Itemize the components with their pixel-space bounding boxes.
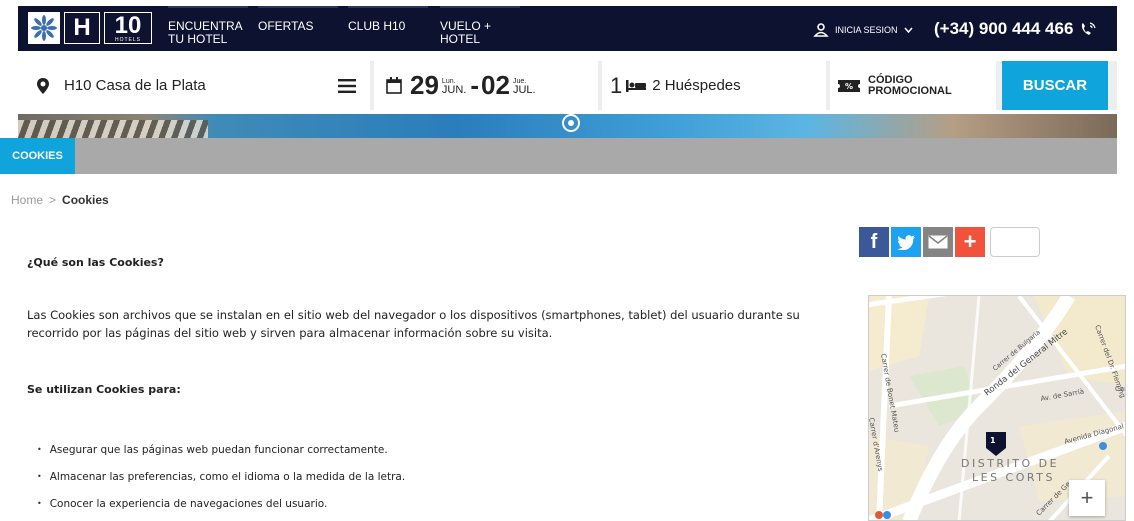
heading-cookies-used-for: Se utilizan Cookies para:	[27, 383, 181, 396]
nav-vuelo-hotel[interactable]: VUELO + HOTEL	[440, 6, 520, 46]
svg-text:%: %	[845, 82, 853, 91]
guests-label: 2 Huéspedes	[652, 77, 741, 94]
breadcrumb-separator: >	[49, 193, 57, 207]
share-count	[990, 227, 1040, 257]
twitter-share-button[interactable]	[891, 227, 921, 257]
carousel-indicator[interactable]	[562, 114, 580, 132]
calendar-icon	[386, 77, 402, 94]
chevron-down-icon	[903, 27, 913, 33]
login-label: INICIA SESION	[835, 25, 898, 35]
checkin-month-label: JUN.	[441, 83, 467, 96]
ticket-icon: %	[838, 79, 860, 92]
promo-code-field[interactable]: % CÓDIGO PROMOCIONAL	[830, 61, 996, 110]
facebook-icon: f	[870, 230, 878, 253]
cookies-definition-line-2: recorrido por las páginas del sitio web …	[27, 326, 553, 340]
heading-what-are-cookies: ¿Qué son las Cookies?	[27, 256, 164, 269]
checkin-month: Lun. JUN.	[441, 77, 467, 96]
phone-number[interactable]: (+34) 900 444 466	[934, 19, 1097, 39]
location-map[interactable]: Carrer de Bonet Mateu Carrer de Bulgaria…	[868, 295, 1126, 521]
breadcrumb-current: Cookies	[62, 193, 109, 207]
promo-line-2: PROMOCIONAL	[868, 84, 952, 97]
cookies-definition-line-1: Las Cookies son archivos que se instalan…	[27, 308, 800, 322]
date-separator: -	[470, 70, 480, 100]
email-icon	[928, 235, 948, 249]
guests-selector[interactable]: 1 2 Huéspedes	[602, 61, 826, 110]
checkout-day: 02	[481, 70, 510, 100]
booking-search-bar-inner: H10 Casa de la Plata 29 Lun. JUN. - 02 J…	[18, 61, 1117, 110]
checkout-month: Jue. JUL.	[512, 77, 536, 96]
plus-icon: +	[963, 229, 977, 254]
logo-ten: 10 HOTELS	[104, 12, 152, 44]
date-selector[interactable]: 29 Lun. JUN. - 02 Jue. JUL.	[374, 61, 598, 110]
section-tab-bar: COOKIES	[0, 138, 1134, 174]
svg-text:DISTRITO DE: DISTRITO DE	[961, 457, 1059, 470]
svg-text:Car: Car	[1115, 385, 1126, 393]
nav-encuentra-tu-hotel[interactable]: ENCUENTRA TU HOTEL	[168, 6, 248, 46]
nav-club-h10[interactable]: CLUB H10	[348, 6, 429, 33]
location-pin-icon	[37, 77, 49, 94]
map-zoom-in-button[interactable]: +	[1069, 480, 1105, 516]
h10-logo[interactable]: H 10 HOTELS	[28, 12, 156, 46]
user-icon	[813, 23, 829, 37]
svg-text:1: 1	[990, 436, 996, 445]
list-item: Almacenar las preferencias, como el idio…	[37, 463, 405, 490]
bed-icon	[626, 79, 647, 92]
checkin-day: 29	[410, 70, 439, 100]
login-menu[interactable]: INICIA SESION	[813, 23, 913, 37]
hero-deck-stripes	[18, 120, 208, 138]
hotel-selector[interactable]: H10 Casa de la Plata	[18, 61, 370, 110]
twitter-icon	[897, 234, 915, 250]
more-share-button[interactable]: +	[955, 227, 985, 257]
top-navigation: H 10 HOTELS ENCUENTRA TU HOTEL OFERTAS CL…	[0, 0, 1134, 57]
phone-icon	[1082, 22, 1097, 35]
cookies-definition: Las Cookies son archivos que se instalan…	[27, 306, 847, 342]
share-buttons: f +	[859, 227, 1040, 257]
hotel-name: H10 Casa de la Plata	[64, 77, 206, 94]
top-navigation-bar: H 10 HOTELS ENCUENTRA TU HOTEL OFERTAS CL…	[18, 6, 1117, 51]
facebook-share-button[interactable]: f	[859, 227, 889, 257]
list-item: Asegurar que las páginas web puedan func…	[37, 436, 405, 463]
booking-search-bar: H10 Casa de la Plata 29 Lun. JUN. - 02 J…	[0, 57, 1134, 114]
tab-cookies[interactable]: COOKIES	[0, 138, 75, 174]
breadcrumb: Home > Cookies	[11, 193, 109, 207]
email-share-button[interactable]	[923, 227, 953, 257]
list-item: Conocer la experiencia de navegaciones d…	[37, 490, 405, 517]
phone-text: (+34) 900 444 466	[934, 19, 1074, 38]
hero-image	[18, 114, 1117, 138]
logo-h: H	[64, 12, 100, 44]
menu-icon[interactable]	[338, 78, 356, 93]
flower-logo-icon	[28, 12, 60, 44]
checkout-month-label: JUL.	[512, 83, 536, 96]
breadcrumb-home[interactable]: Home	[11, 193, 43, 207]
rooms-count: 1	[610, 72, 623, 98]
section-tab-bar-inner: COOKIES	[0, 138, 1117, 174]
cookie-uses-list: Asegurar que las páginas web puedan func…	[37, 436, 405, 517]
promo-line-1: CÓDIGO	[868, 73, 913, 86]
svg-text:LES CORTS: LES CORTS	[972, 471, 1055, 484]
search-button[interactable]: BUSCAR	[1002, 61, 1108, 110]
nav-ofertas[interactable]: OFERTAS	[258, 6, 338, 33]
